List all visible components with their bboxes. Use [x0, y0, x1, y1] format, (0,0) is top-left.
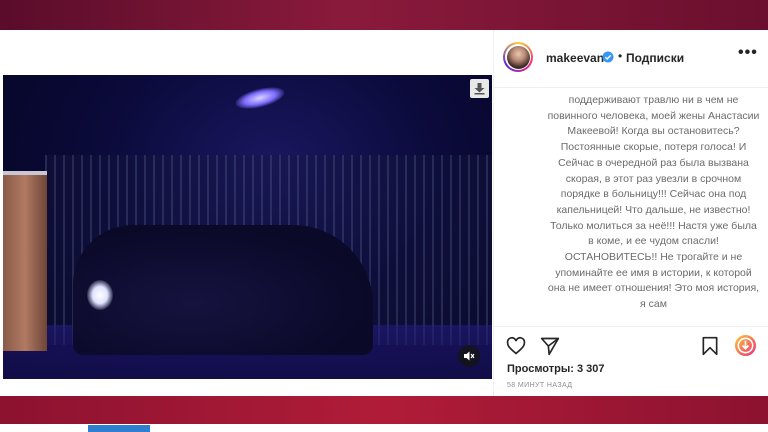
bottom-strip-accent: [88, 425, 150, 432]
verified-badge-icon: [602, 51, 614, 63]
post-timestamp[interactable]: 58 МИНУТ НАЗАД: [507, 382, 572, 389]
video-scene-blue-beacon: [233, 83, 287, 113]
avatar[interactable]: [503, 42, 533, 72]
following-button[interactable]: Подписки: [626, 51, 684, 65]
avatar-photo: [506, 45, 530, 69]
post-sidebar: makeevan • Подписки ••• поддерживают тра…: [493, 30, 768, 396]
username-link[interactable]: makeevan: [546, 51, 604, 65]
views-count: Просмотры: 3 307: [507, 363, 605, 375]
header-separator: •: [618, 49, 623, 63]
mute-button[interactable]: [458, 345, 480, 367]
background-top-band: [0, 0, 768, 30]
download-button[interactable]: [470, 79, 489, 98]
download-icon: [474, 83, 485, 95]
post-header: makeevan • Подписки •••: [494, 30, 768, 88]
video-scene-pillar: [3, 175, 47, 351]
post-caption: поддерживают травлю ни в чем не повинног…: [547, 94, 760, 311]
paper-plane-icon[interactable]: [540, 336, 560, 356]
avatar-ring-inner: [505, 44, 531, 70]
video-scene-vehicle: [73, 225, 373, 355]
more-options-button[interactable]: •••: [738, 44, 758, 62]
speaker-muted-icon: [464, 351, 475, 361]
circular-download-icon[interactable]: [734, 334, 757, 357]
video-scene-headlight: [87, 280, 113, 310]
action-bar: [494, 326, 768, 357]
heart-icon[interactable]: [506, 336, 526, 356]
instagram-post-card: makeevan • Подписки ••• поддерживают тра…: [0, 30, 768, 396]
bookmark-icon[interactable]: [700, 336, 720, 356]
post-video[interactable]: [3, 75, 492, 379]
